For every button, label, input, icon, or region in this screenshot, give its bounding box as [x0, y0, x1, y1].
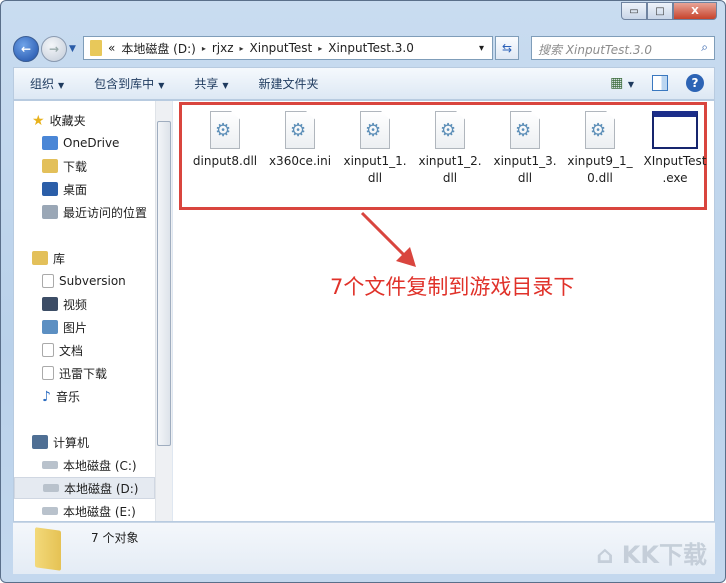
- sidebar-item-drive-e[interactable]: 本地磁盘 (E:): [42, 500, 136, 521]
- maximize-button[interactable]: □: [647, 2, 673, 20]
- sidebar-libraries[interactable]: 库: [32, 247, 65, 269]
- file-name-line2: dll: [367, 171, 383, 185]
- config-file-icon: ⚙: [285, 111, 315, 149]
- sidebar-item-music[interactable]: ♪ 音乐: [42, 385, 80, 407]
- breadcrumb-separator[interactable]: ▸: [318, 44, 322, 53]
- explorer-window: ▭ □ X ← → ▼ « 本地磁盘 (D:) ▸ rjxz ▸ XinputT…: [0, 0, 726, 583]
- file-name: XInputTest: [643, 154, 707, 168]
- file-name: x360ce.ini: [268, 154, 332, 168]
- file-name: xinput1_3.: [493, 154, 557, 168]
- drive-icon: [42, 461, 58, 469]
- new-folder-button[interactable]: 新建文件夹: [259, 75, 319, 92]
- search-icon[interactable]: ⌕: [701, 40, 708, 55]
- annotation-text: 7个文件复制到游戏目录下: [330, 275, 575, 299]
- file-item[interactable]: ⚙ xinput1_3.dll: [488, 111, 562, 187]
- dll-file-icon: ⚙: [510, 111, 540, 149]
- file-item[interactable]: ⚙ xinput9_1_ 0.dll: [563, 111, 637, 187]
- breadcrumb-xinputtest[interactable]: XinputTest: [250, 41, 313, 55]
- folder-icon: [90, 40, 102, 56]
- document-icon: [42, 343, 54, 357]
- file-name-line2: .exe: [662, 171, 688, 185]
- watermark-logo: ⌂ KK下载: [596, 541, 707, 569]
- dll-file-icon: ⚙: [210, 111, 240, 149]
- breadcrumb-overflow[interactable]: «: [108, 41, 115, 55]
- sidebar-item-drive-d[interactable]: 本地磁盘 (D:): [14, 477, 155, 499]
- sidebar-item-pictures[interactable]: 图片: [42, 316, 87, 338]
- sidebar-item-documents[interactable]: 文档: [42, 339, 83, 361]
- preview-pane-icon[interactable]: [652, 75, 668, 91]
- music-icon: ♪: [42, 389, 51, 405]
- desktop-icon: [42, 182, 58, 196]
- recent-pages-dropdown[interactable]: ▼: [69, 44, 76, 54]
- sidebar-item-drive-c[interactable]: 本地磁盘 (C:): [42, 454, 137, 476]
- cloud-icon: [42, 136, 58, 150]
- file-item[interactable]: ⚙ xinput1_1.dll: [338, 111, 412, 187]
- folder-icon: [35, 527, 61, 571]
- help-icon[interactable]: ?: [686, 74, 704, 92]
- breadcrumb-separator[interactable]: ▸: [202, 44, 206, 53]
- organize-menu[interactable]: 组织 ▼: [30, 75, 64, 92]
- document-icon: [42, 366, 54, 380]
- share-menu[interactable]: 共享 ▼: [194, 75, 228, 92]
- address-dropdown[interactable]: ▾: [479, 43, 484, 54]
- view-options-icon[interactable]: ▦ ▼: [610, 75, 634, 91]
- dll-file-icon: ⚙: [585, 111, 615, 149]
- details-pane: 7 个对象 ⌂ KK下载: [13, 522, 715, 574]
- sidebar-item-thunder[interactable]: 迅雷下载: [42, 362, 107, 384]
- forward-button[interactable]: →: [41, 36, 67, 62]
- file-item[interactable]: ⚙ dinput8.dll: [188, 111, 262, 170]
- file-item[interactable]: ⚙ xinput1_2.dll: [413, 111, 487, 187]
- search-input[interactable]: 搜索 XinputTest.3.0 ⌕: [531, 36, 715, 60]
- include-in-library-menu[interactable]: 包含到库中 ▼: [94, 75, 164, 92]
- minimize-button[interactable]: ▭: [621, 2, 647, 20]
- arrow-annotation: [360, 211, 416, 267]
- document-icon: [42, 274, 54, 288]
- computer-icon: [32, 435, 48, 449]
- navigation-pane: ★ 收藏夹 OneDrive 下载 桌面 最近访问的位置 库 Subversion…: [14, 101, 155, 521]
- breadcrumb-separator[interactable]: ▸: [240, 44, 244, 53]
- close-button[interactable]: X: [673, 2, 717, 20]
- application-icon: [652, 111, 698, 149]
- dll-file-icon: ⚙: [435, 111, 465, 149]
- file-name: xinput9_1_: [567, 154, 633, 168]
- main-pane: ★ 收藏夹 OneDrive 下载 桌面 最近访问的位置 库 Subversion…: [13, 100, 715, 522]
- file-name-line2: 0.dll: [587, 171, 613, 185]
- video-icon: [42, 297, 58, 311]
- refresh-button[interactable]: ⇆: [495, 36, 519, 60]
- sidebar-favorites[interactable]: ★ 收藏夹: [32, 109, 86, 131]
- back-button[interactable]: ←: [13, 36, 39, 62]
- search-placeholder: 搜索 XinputTest.3.0: [538, 43, 652, 57]
- scrollbar-thumb[interactable]: [157, 121, 171, 446]
- file-list: ⚙ dinput8.dll ⚙ x360ce.ini ⚙ xinput1_1.dll ⚙ xi…: [173, 101, 714, 521]
- address-bar[interactable]: « 本地磁盘 (D:) ▸ rjxz ▸ XinputTest ▸ Xinput…: [83, 36, 493, 60]
- sidebar-item-subversion[interactable]: Subversion: [42, 270, 126, 292]
- star-icon: ★: [32, 113, 45, 129]
- sidebar-computer[interactable]: 计算机: [32, 431, 89, 453]
- sidebar-item-desktop[interactable]: 桌面: [42, 178, 87, 200]
- downloads-icon: [42, 159, 58, 173]
- drive-icon: [42, 507, 58, 515]
- recent-places-icon: [42, 205, 58, 219]
- breadcrumb-rjxz[interactable]: rjxz: [212, 41, 234, 55]
- command-bar: 组织 ▼ 包含到库中 ▼ 共享 ▼ 新建文件夹 ▦ ▼ ?: [13, 67, 715, 100]
- library-icon: [32, 251, 48, 265]
- file-name: xinput1_1.: [343, 154, 407, 168]
- breadcrumb-drive-d[interactable]: 本地磁盘 (D:): [121, 40, 195, 57]
- file-item[interactable]: ⚙ x360ce.ini: [263, 111, 337, 170]
- item-count: 7 个对象: [91, 531, 139, 545]
- picture-icon: [42, 320, 58, 334]
- file-name-line2: dll: [442, 171, 458, 185]
- sidebar-item-recent[interactable]: 最近访问的位置: [42, 201, 147, 223]
- file-name-line2: dll: [517, 171, 533, 185]
- sidebar-item-onedrive[interactable]: OneDrive: [42, 132, 119, 154]
- file-name: xinput1_2.: [418, 154, 482, 168]
- file-name: dinput8.dll: [192, 154, 258, 168]
- sidebar-item-videos[interactable]: 视频: [42, 293, 87, 315]
- breadcrumb-xinputtest-3[interactable]: XinputTest.3.0: [328, 41, 414, 55]
- drive-icon: [43, 484, 59, 492]
- navigation-scrollbar[interactable]: [155, 101, 172, 521]
- dll-file-icon: ⚙: [360, 111, 390, 149]
- file-item[interactable]: XInputTest .exe: [638, 111, 712, 187]
- sidebar-item-downloads[interactable]: 下载: [42, 155, 87, 177]
